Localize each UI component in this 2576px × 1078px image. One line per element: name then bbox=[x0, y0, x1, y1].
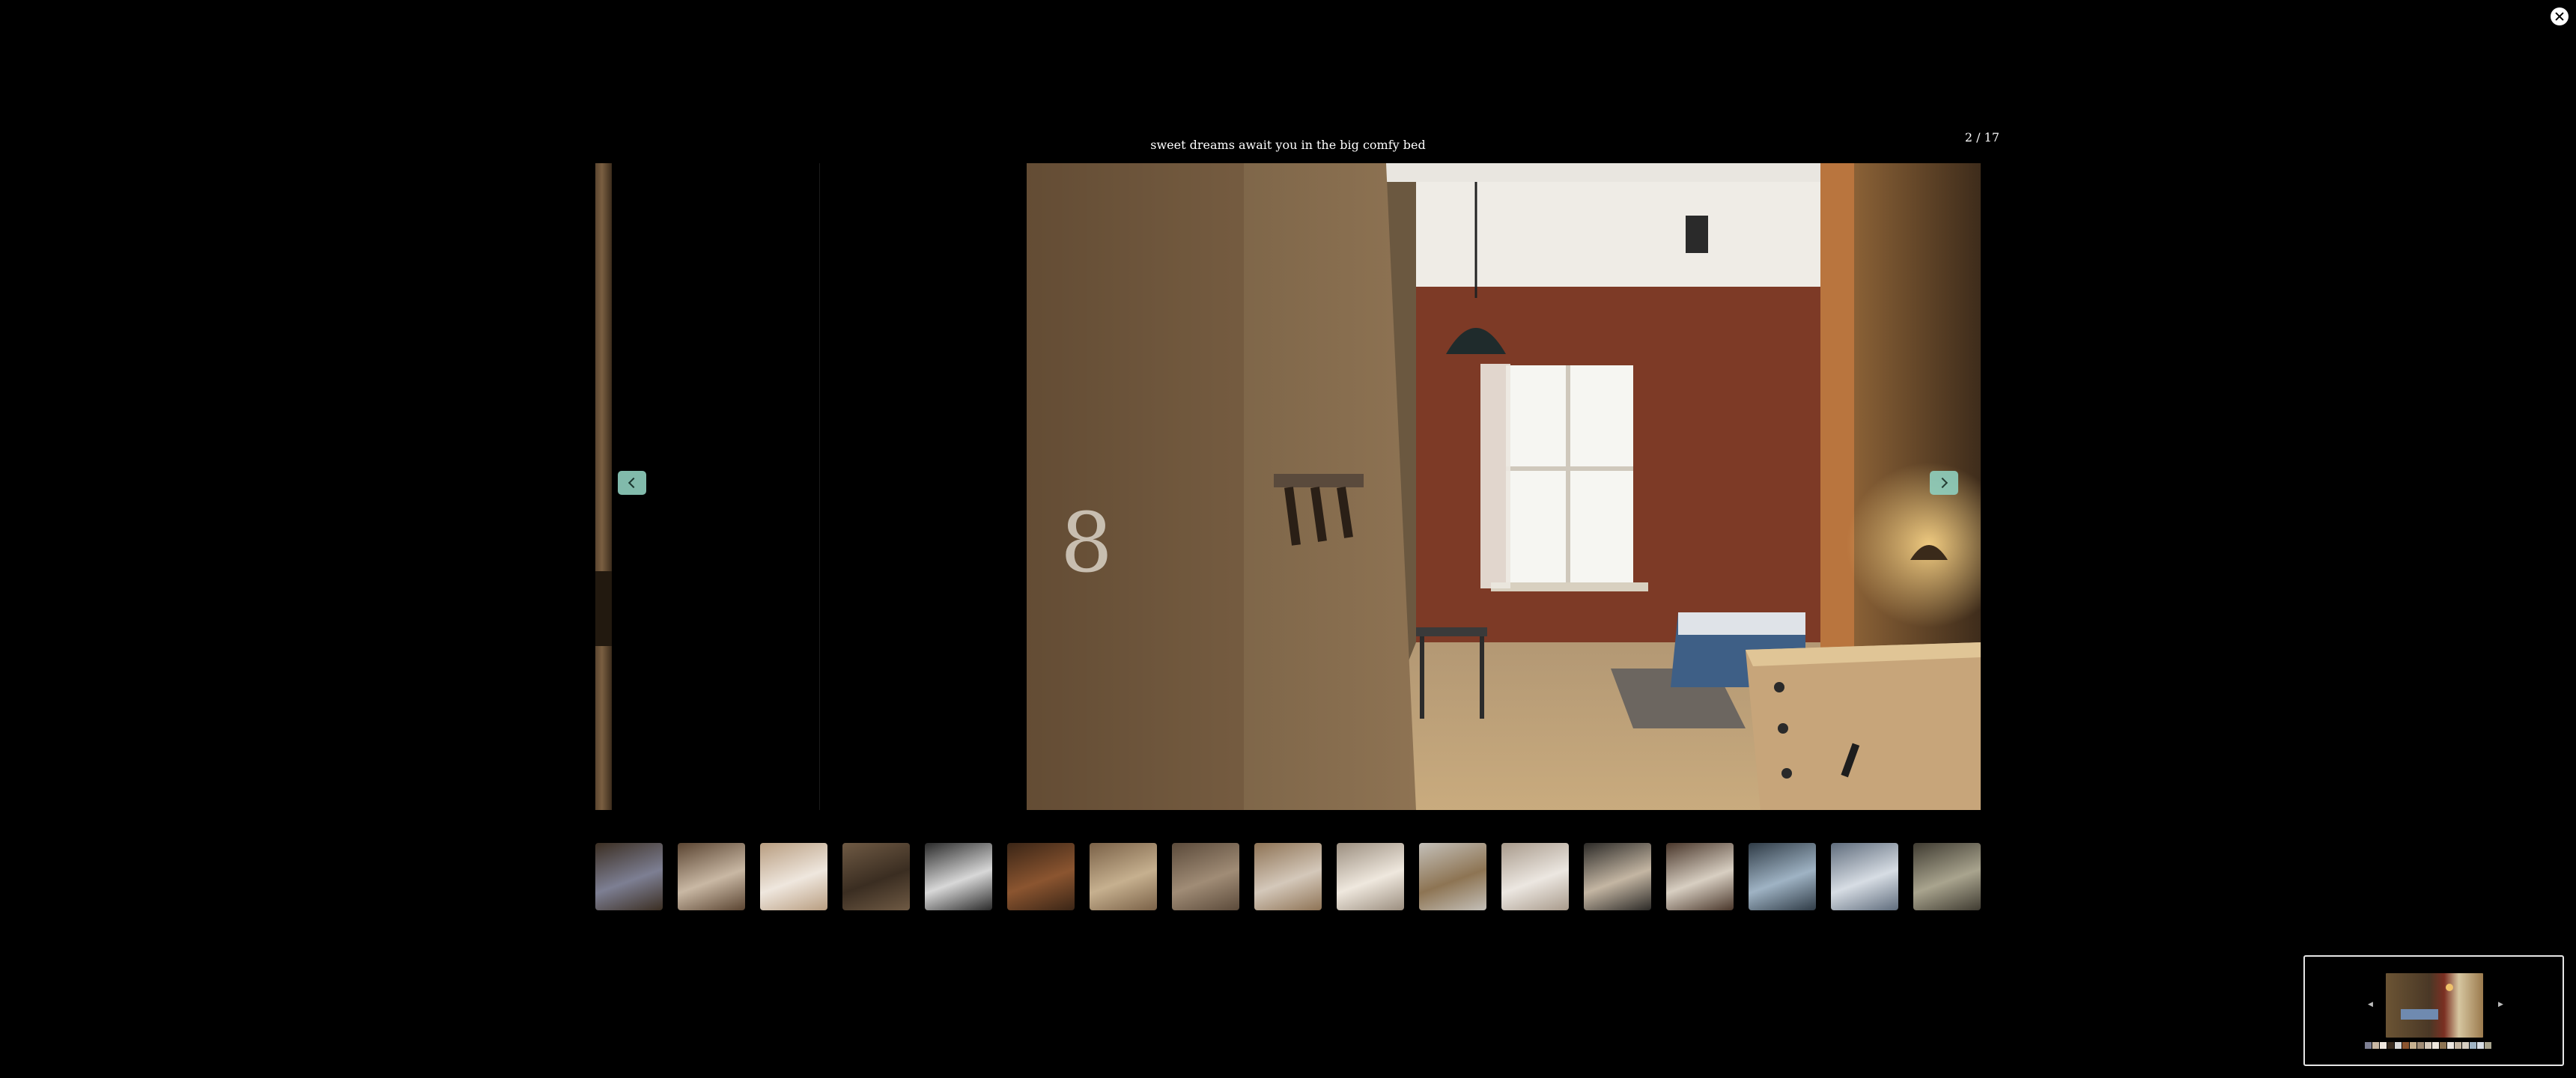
chevron-right-icon bbox=[1936, 477, 1948, 489]
minimap-prev-icon: ◀ bbox=[2368, 1001, 2373, 1008]
thumbnail-9[interactable] bbox=[1254, 843, 1322, 910]
minimap-thumbnail bbox=[2410, 1042, 2416, 1049]
thumbnail-10[interactable] bbox=[1337, 843, 1404, 910]
minimap-thumbnail bbox=[2395, 1042, 2402, 1049]
photo-caption: sweet dreams await you in the big comfy … bbox=[1150, 138, 1426, 152]
thumbnail-1[interactable] bbox=[595, 843, 663, 910]
chevron-left-icon bbox=[628, 477, 640, 489]
thumbnail-13[interactable] bbox=[1584, 843, 1651, 910]
slide-viewport: 8 bbox=[595, 163, 1981, 810]
minimap-thumbnail bbox=[2417, 1042, 2424, 1049]
minimap-thumbnail bbox=[2462, 1042, 2469, 1049]
minimap-thumbnail bbox=[2380, 1042, 2387, 1049]
slide-divider bbox=[819, 163, 820, 810]
thumbnail-12[interactable] bbox=[1501, 843, 1569, 910]
minimap-thumbnail bbox=[2365, 1042, 2372, 1049]
thumbnail-15[interactable] bbox=[1749, 843, 1816, 910]
svg-text:8: 8 bbox=[1060, 495, 1113, 591]
minimap-thumbnail bbox=[2387, 1042, 2394, 1049]
minimap-thumbnail bbox=[2372, 1042, 2379, 1049]
previous-slide-photo[interactable] bbox=[595, 163, 612, 810]
thumbnail-8[interactable] bbox=[1172, 843, 1239, 910]
minimap-thumbnail bbox=[2425, 1042, 2431, 1049]
next-photo-button[interactable] bbox=[1930, 471, 1958, 495]
minimap-photo bbox=[2386, 973, 2483, 1038]
minimap-thumbnail bbox=[2447, 1042, 2454, 1049]
minimap-thumbnail bbox=[2402, 1042, 2409, 1049]
thumbnail-strip bbox=[595, 843, 1981, 910]
thumbnail-11[interactable] bbox=[1419, 843, 1486, 910]
thumbnail-2[interactable] bbox=[678, 843, 745, 910]
thumbnail-5[interactable] bbox=[925, 843, 992, 910]
thumbnail-4[interactable] bbox=[842, 843, 910, 910]
current-photo: 8 bbox=[1027, 163, 1981, 810]
minimap-thumbnail bbox=[2440, 1042, 2446, 1049]
minimap-thumbnail bbox=[2477, 1042, 2484, 1049]
minimap-preview[interactable]: ◀ ▶ bbox=[2303, 955, 2564, 1066]
minimap-thumbnail bbox=[2455, 1042, 2461, 1049]
close-icon bbox=[2555, 12, 2564, 21]
thumbnail-17[interactable] bbox=[1913, 843, 1981, 910]
thumbnail-3[interactable] bbox=[760, 843, 827, 910]
minimap-thumbnail bbox=[2470, 1042, 2476, 1049]
minimap-next-icon: ▶ bbox=[2498, 1001, 2503, 1008]
thumbnail-16[interactable] bbox=[1831, 843, 1898, 910]
photo-counter: 2 / 17 bbox=[1964, 130, 1999, 144]
previous-photo-button[interactable] bbox=[618, 471, 646, 495]
thumbnail-6[interactable] bbox=[1007, 843, 1075, 910]
thumbnail-14[interactable] bbox=[1666, 843, 1734, 910]
minimap-thumbnail-strip bbox=[2365, 1042, 2491, 1049]
minimap-thumbnail bbox=[2432, 1042, 2439, 1049]
close-button[interactable] bbox=[2551, 7, 2569, 25]
thumbnail-7[interactable] bbox=[1090, 843, 1157, 910]
minimap-thumbnail bbox=[2485, 1042, 2491, 1049]
